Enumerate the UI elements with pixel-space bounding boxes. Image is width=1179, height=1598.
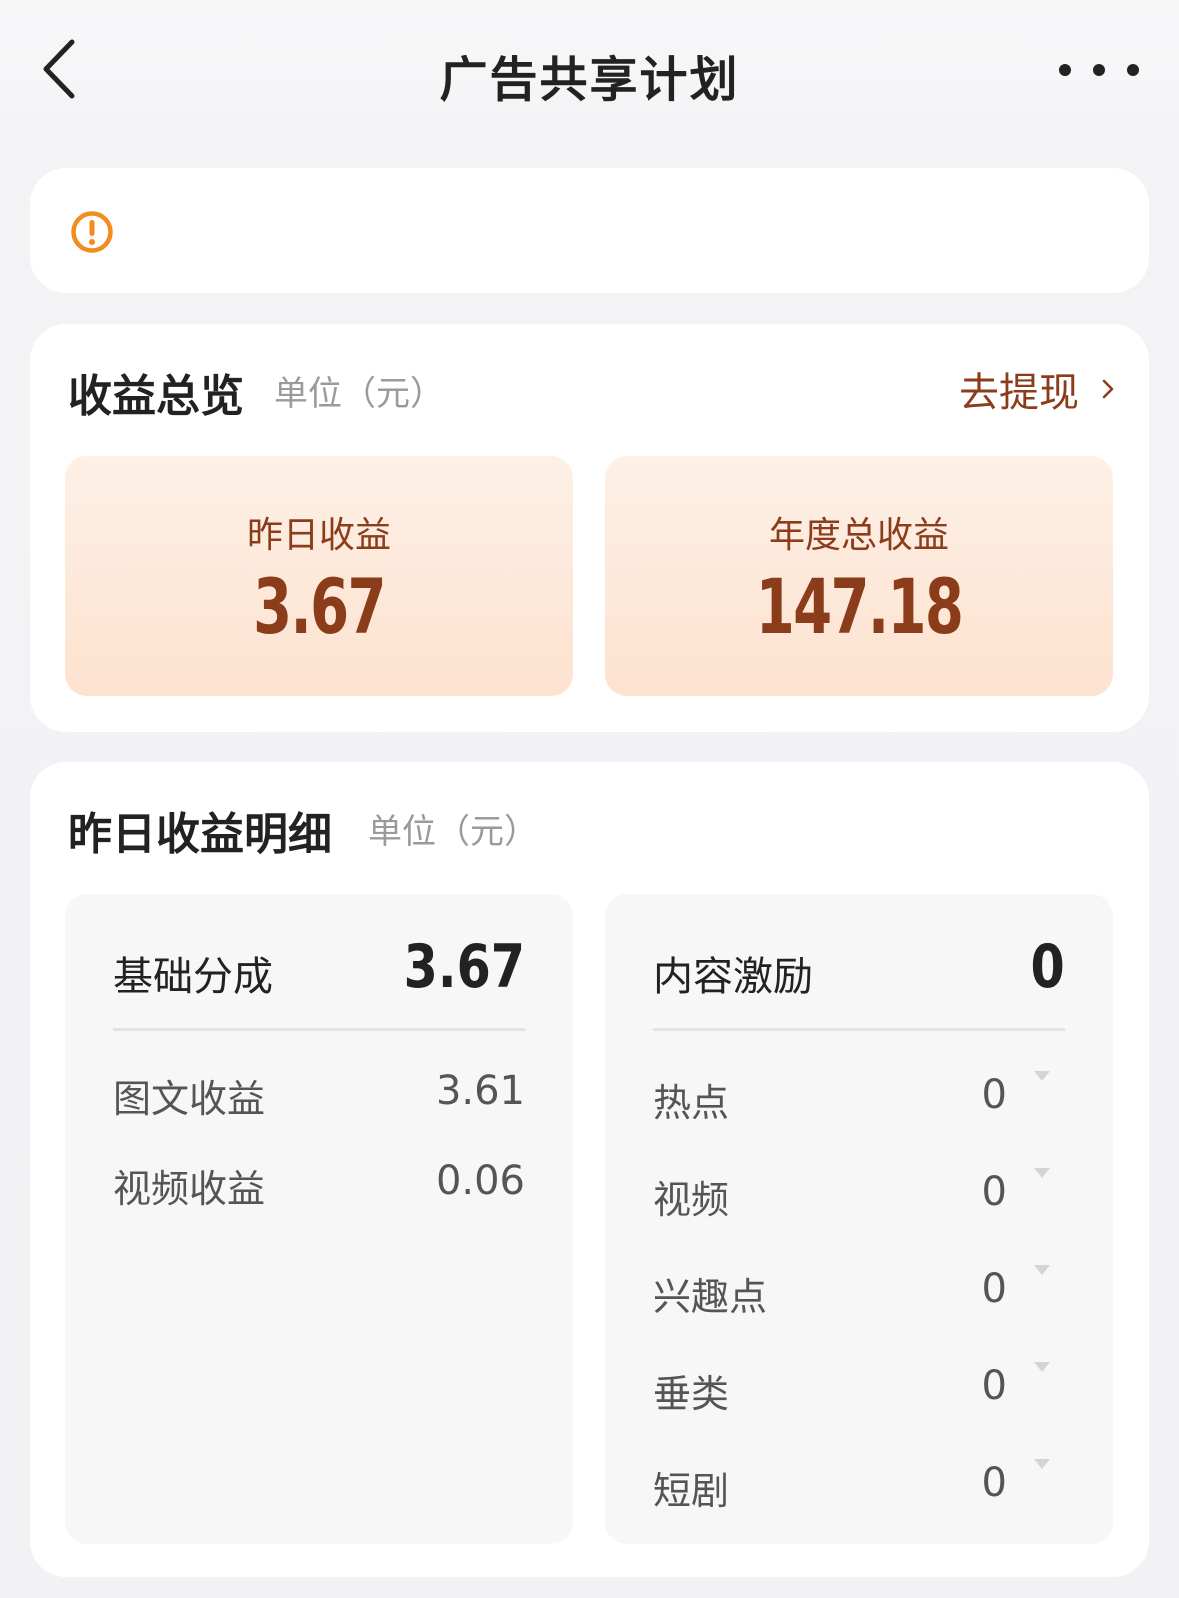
item-label: 视频收益 <box>113 1167 266 1211</box>
warning-icon <box>71 211 113 253</box>
detail-title: 昨日收益明细 <box>68 809 332 860</box>
caret-down-icon[interactable] <box>1033 1070 1051 1082</box>
item-label: 垂类 <box>653 1372 730 1416</box>
content-incentive-value: 0 <box>1030 932 1065 1002</box>
item-value: 0 <box>981 1266 1007 1312</box>
item-value: 3.61 <box>435 1068 525 1114</box>
caret-down-icon[interactable] <box>1033 1167 1051 1179</box>
list-item[interactable]: 视频 0 <box>653 1163 1065 1222</box>
item-label: 兴趣点 <box>653 1275 768 1319</box>
annual-earnings-value: 147.18 <box>755 562 964 651</box>
annual-earnings-tile[interactable]: 年度总收益 147.18 <box>605 456 1113 696</box>
item-value: 0.06 <box>435 1158 525 1204</box>
base-share-header: 基础分成 3.67 <box>113 932 525 1002</box>
content-incentive-header: 内容激励 0 <box>653 932 1065 1002</box>
item-label: 热点 <box>653 1081 730 1125</box>
more-dot-icon <box>1127 64 1139 76</box>
caret-down-icon[interactable] <box>1033 1458 1051 1470</box>
annual-earnings-label: 年度总收益 <box>768 515 949 556</box>
content-incentive-box: 内容激励 0 热点 0 视频 0 兴趣点 0 垂类 0 短剧 0 <box>605 894 1113 1544</box>
overview-unit: 单位（元） <box>274 374 444 414</box>
base-share-value: 3.67 <box>403 932 525 1002</box>
list-item[interactable]: 热点 0 <box>653 1066 1065 1125</box>
item-label: 视频 <box>653 1178 730 1222</box>
yesterday-detail-card: 昨日收益明细 单位（元） 基础分成 3.67 图文收益 3.61 视频收益 0.… <box>30 762 1149 1577</box>
base-share-label: 基础分成 <box>113 954 273 1000</box>
item-value: 0 <box>981 1169 1007 1215</box>
detail-unit: 单位（元） <box>368 812 538 852</box>
more-dot-icon <box>1093 64 1105 76</box>
chevron-right-icon <box>1102 379 1114 399</box>
list-item: 图文收益 3.61 <box>113 1062 525 1121</box>
item-value: 0 <box>981 1460 1007 1506</box>
item-label: 图文收益 <box>113 1077 266 1121</box>
caret-down-icon[interactable] <box>1033 1361 1051 1373</box>
item-value: 0 <box>981 1363 1007 1409</box>
base-share-box: 基础分成 3.67 图文收益 3.61 视频收益 0.06 <box>65 894 573 1544</box>
divider <box>653 1028 1065 1031</box>
earnings-overview-card: 收益总览 单位（元） 去提现 昨日收益 3.67 年度总收益 147.18 <box>30 324 1149 732</box>
item-label: 短剧 <box>653 1469 730 1513</box>
yesterday-earnings-tile[interactable]: 昨日收益 3.67 <box>65 456 573 696</box>
caret-down-icon[interactable] <box>1033 1264 1051 1276</box>
withdraw-label: 去提现 <box>959 370 1079 416</box>
list-item[interactable]: 垂类 0 <box>653 1357 1065 1416</box>
list-item[interactable]: 短剧 0 <box>653 1454 1065 1513</box>
list-item[interactable]: 兴趣点 0 <box>653 1260 1065 1319</box>
yesterday-earnings-label: 昨日收益 <box>246 515 391 556</box>
page-title: 广告共享计划 <box>439 52 740 108</box>
overview-title: 收益总览 <box>68 371 244 422</box>
item-value: 0 <box>981 1072 1007 1118</box>
list-item: 视频收益 0.06 <box>113 1152 525 1211</box>
yesterday-earnings-value: 3.67 <box>253 562 386 651</box>
divider <box>113 1028 525 1031</box>
more-dot-icon <box>1059 64 1071 76</box>
content-incentive-label: 内容激励 <box>653 954 813 1000</box>
nav-bar: 广告共享计划 <box>0 0 1179 150</box>
notice-card <box>30 168 1149 293</box>
more-options-button[interactable] <box>1059 48 1139 92</box>
withdraw-link[interactable]: 去提现 <box>959 360 1119 418</box>
